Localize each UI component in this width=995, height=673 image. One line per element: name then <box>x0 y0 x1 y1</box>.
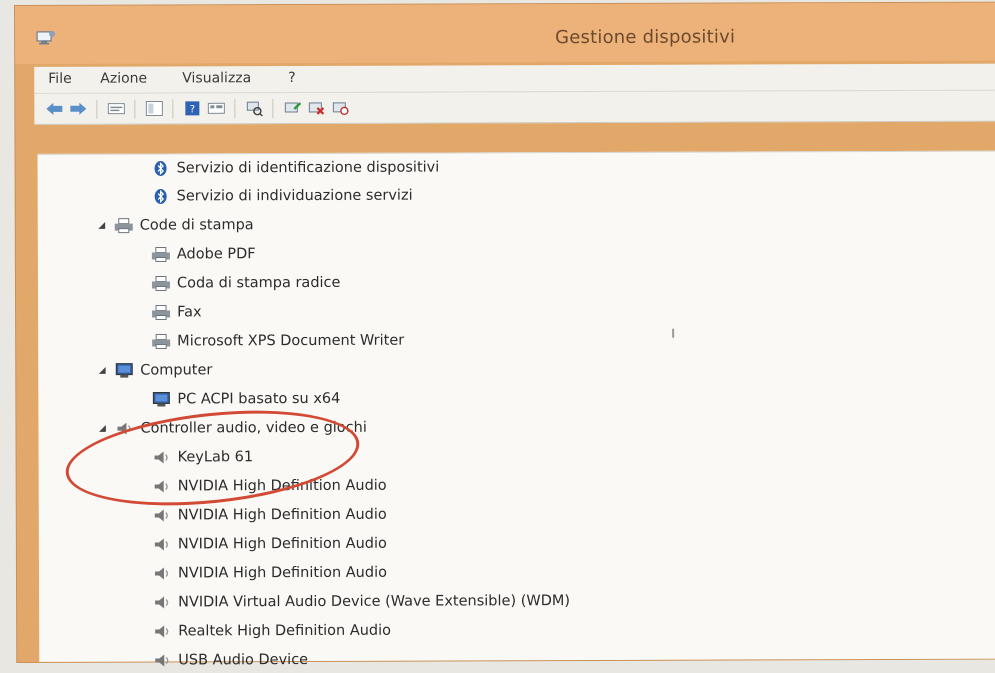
tree-item[interactable]: USB Audio Device <box>152 648 308 673</box>
speaker-icon <box>152 652 172 668</box>
toolbar-separator <box>96 99 98 119</box>
speaker-icon <box>152 507 172 523</box>
printer-icon <box>151 333 171 350</box>
menu-bar: File Azione Visualizza ? <box>34 63 995 94</box>
bluetooth-icon <box>151 160 171 176</box>
window-title: Gestione dispositivi <box>555 26 736 49</box>
menu-azione[interactable]: Azione <box>100 71 147 87</box>
toolbar-separator <box>134 99 136 119</box>
tree-item[interactable]: Realtek High Definition Audio <box>152 619 391 644</box>
svg-text:?: ? <box>190 104 195 115</box>
forward-icon[interactable] <box>68 100 88 118</box>
tree-item[interactable]: PC ACPI basato su x64 <box>151 387 340 412</box>
title-bar[interactable]: Gestione dispositivi <box>15 2 995 64</box>
device-manager-icon[interactable] <box>35 28 57 46</box>
speaker-icon <box>152 623 172 639</box>
tree-item[interactable]: Fax <box>151 300 202 324</box>
computer-icon <box>151 391 171 407</box>
toolbar-separator <box>172 99 174 119</box>
printer-icon <box>151 275 171 292</box>
printer-icon <box>151 246 171 263</box>
menu-visualizza[interactable]: Visualizza <box>182 70 251 86</box>
tree-category-computer[interactable]: ◢ Computer <box>96 358 213 382</box>
bluetooth-icon <box>151 188 171 204</box>
update-driver-icon[interactable] <box>282 99 302 117</box>
computer-icon <box>114 363 134 379</box>
help-icon[interactable]: ? <box>182 99 202 117</box>
cursor-mark <box>672 328 675 338</box>
device-manager-window: Gestione dispositivi File Azione Visuali… <box>15 2 995 668</box>
tree-item[interactable]: Coda di stampa radice <box>151 271 341 296</box>
back-icon[interactable] <box>44 100 64 118</box>
printer-icon <box>151 304 171 321</box>
collapse-arrow-icon[interactable]: ◢ <box>96 366 108 376</box>
scan-hardware-icon[interactable] <box>244 99 264 117</box>
printer-icon <box>114 218 134 234</box>
tree-item[interactable]: Adobe PDF <box>151 242 256 266</box>
menu-file[interactable]: File <box>48 71 71 87</box>
tree-item[interactable]: Microsoft XPS Document Writer <box>151 329 404 354</box>
toolbar-separator <box>272 99 274 119</box>
tree-item[interactable]: NVIDIA High Definition Audio <box>152 503 387 528</box>
tree-item[interactable]: NVIDIA High Definition Audio <box>152 561 387 586</box>
tree-category-print-queues[interactable]: ◢ Code di stampa <box>96 213 254 238</box>
speaker-icon <box>152 594 172 610</box>
device-tree[interactable]: Servizio di identificazione dispositivi … <box>37 150 995 668</box>
menu-help[interactable]: ? <box>288 70 295 86</box>
tree-item[interactable]: Servizio di individuazione servizi <box>151 184 413 209</box>
tree-item[interactable]: NVIDIA Virtual Audio Device (Wave Extens… <box>152 589 570 614</box>
collapse-arrow-icon[interactable]: ◢ <box>96 221 108 231</box>
toolbar: ? <box>34 90 995 125</box>
view-icon[interactable] <box>206 99 226 117</box>
properties-icon[interactable] <box>106 100 126 118</box>
collapse-arrow-icon[interactable]: ◢ <box>96 424 108 434</box>
tree-item[interactable]: Servizio di identificazione dispositivi <box>151 156 440 181</box>
speaker-icon <box>152 536 172 552</box>
toolbar-separator <box>234 99 236 119</box>
uninstall-icon[interactable] <box>306 99 326 117</box>
console-tree-icon[interactable] <box>144 99 164 117</box>
speaker-icon <box>152 565 172 581</box>
tree-item[interactable]: NVIDIA High Definition Audio <box>152 532 387 557</box>
disable-icon[interactable] <box>330 99 350 117</box>
